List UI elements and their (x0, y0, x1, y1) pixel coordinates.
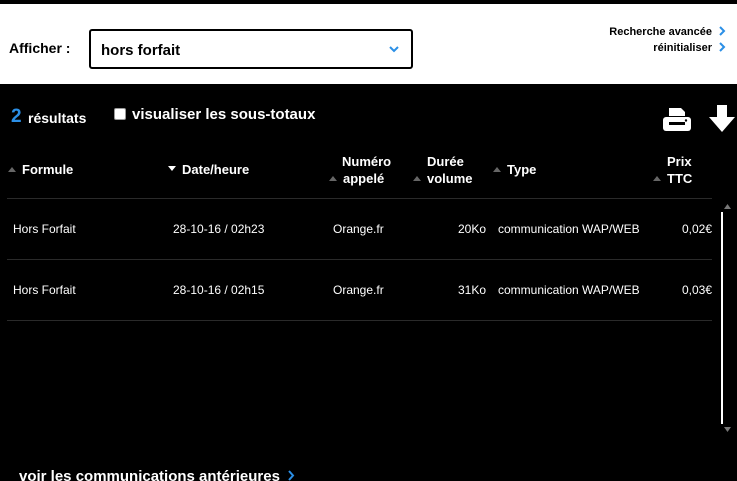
cell-prix: 0,02€ (681, 222, 712, 236)
filter-select[interactable]: hors forfait (89, 29, 413, 69)
header-formule[interactable]: Formule (8, 161, 73, 178)
scroll-down-icon[interactable] (724, 427, 731, 432)
chevron-right-icon (288, 470, 295, 481)
advanced-search-label: Recherche avancée (609, 26, 712, 38)
cell-type: communication WAP/WEB (498, 283, 640, 297)
reset-link[interactable]: réinitialiser (609, 40, 726, 56)
chevron-right-icon (719, 26, 726, 36)
cell-formule: Hors Forfait (13, 283, 76, 297)
subtotals-checkbox[interactable] (114, 108, 126, 120)
header-date-label: Date/heure (182, 162, 250, 177)
header-type[interactable]: Type (493, 161, 536, 178)
header-date[interactable]: Date/heure (168, 161, 249, 178)
header-numero-line2: appelé (343, 171, 385, 186)
filter-bar: Afficher : hors forfait Recherche avancé… (0, 4, 737, 84)
results-table: Hors Forfait 28-10-16 / 02h23 Orange.fr … (7, 198, 712, 321)
table-scrollbar[interactable] (718, 198, 737, 439)
advanced-search-link[interactable]: Recherche avancée (609, 24, 726, 40)
filter-label: Afficher : (9, 40, 71, 56)
reset-label: réinitialiser (653, 42, 712, 54)
top-links: Recherche avancée réinitialiser (609, 24, 726, 56)
header-formule-label: Formule (22, 162, 74, 177)
header-duree-line1: Durée (427, 154, 464, 169)
cell-formule: Hors Forfait (13, 222, 76, 236)
cell-type: communication WAP/WEB (498, 222, 640, 236)
header-duree[interactable]: Durée volume (413, 153, 473, 187)
printer-icon[interactable] (662, 106, 692, 132)
sort-arrow-icon (493, 167, 501, 172)
scrollbar-thumb[interactable] (721, 212, 723, 424)
chevron-down-icon (389, 46, 399, 53)
cell-prix: 0,03€ (681, 283, 712, 297)
subtotals-label[interactable]: visualiser les sous-totaux (132, 106, 315, 123)
cell-volume: 20Ko (457, 222, 486, 236)
table-row: Hors Forfait 28-10-16 / 02h23 Orange.fr … (7, 199, 712, 260)
cell-numero: Orange.fr (333, 222, 384, 236)
cell-date: 28-10-16 / 02h23 (173, 222, 265, 236)
cell-volume: 31Ko (457, 283, 486, 297)
sort-arrow-icon (653, 176, 661, 181)
sort-arrow-icon (8, 167, 16, 172)
older-communications-label: voir les communications antérieures (19, 468, 280, 481)
results-bar: 2 résultats visualiser les sous-totaux (0, 84, 737, 144)
table-row: Hors Forfait 28-10-16 / 02h15 Orange.fr … (7, 260, 712, 321)
sort-arrow-icon (329, 176, 337, 181)
results-count: 2 (11, 106, 22, 127)
results-count-label: résultats (28, 110, 87, 126)
cell-numero: Orange.fr (333, 283, 384, 297)
download-icon[interactable] (708, 104, 736, 134)
header-duree-line2: volume (427, 171, 473, 186)
sort-arrow-icon (168, 166, 176, 171)
chevron-right-icon (719, 42, 726, 52)
filter-select-value: hors forfait (101, 42, 181, 59)
header-type-label: Type (507, 162, 537, 177)
header-prix-line1: Prix (667, 154, 692, 169)
older-communications-link[interactable]: voir les communications antérieures (19, 468, 295, 481)
header-prix[interactable]: Prix TTC (653, 153, 692, 187)
cell-date: 28-10-16 / 02h15 (173, 283, 265, 297)
header-numero-line1: Numéro (342, 154, 392, 169)
header-prix-line2: TTC (667, 171, 693, 186)
sort-arrow-icon (413, 176, 421, 181)
header-numero[interactable]: Numéro appelé (329, 153, 391, 187)
scroll-up-icon[interactable] (724, 204, 731, 209)
